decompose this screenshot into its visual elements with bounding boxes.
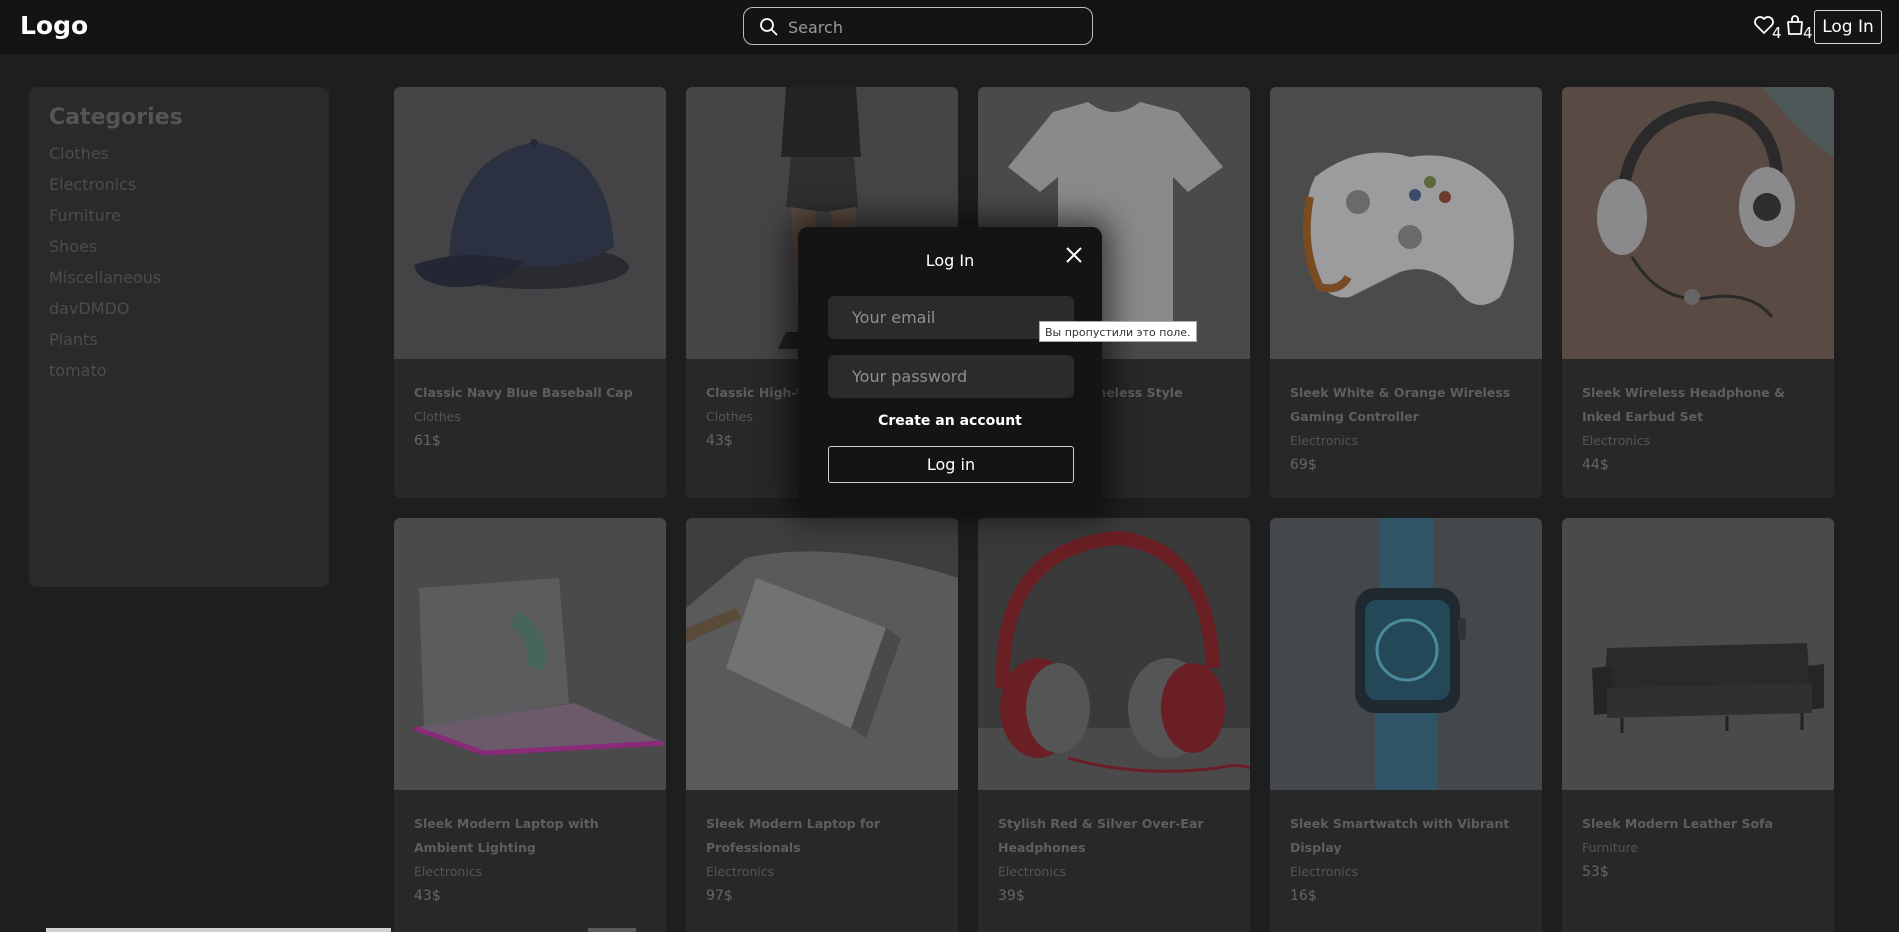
login-submit-button[interactable]: Log in: [828, 446, 1074, 483]
modal-title: Log In: [925, 251, 975, 270]
product-price: 61$: [414, 433, 441, 449]
product-title: Sleek White & Orange Wireless Gaming Con…: [1290, 385, 1511, 424]
logo[interactable]: Logo: [20, 11, 88, 40]
product-title: Sleek Modern Leather Sofa: [1582, 816, 1773, 831]
product-category: Furniture: [1582, 840, 1639, 855]
product-title: Sleek Wireless Headphone & Inked Earbud …: [1582, 385, 1786, 424]
product-price: 69$: [1290, 457, 1317, 473]
search-icon: [760, 18, 778, 36]
product-card[interactable]: Sleek Modern Laptop with Ambient Lightin…: [394, 518, 666, 932]
category-item-tomato[interactable]: tomato: [49, 355, 309, 386]
category-item-electronics[interactable]: Electronics: [49, 169, 309, 200]
favorites-count: 4: [1772, 24, 1782, 42]
product-category: Electronics: [706, 864, 775, 879]
category-item-shoes[interactable]: Shoes: [49, 231, 309, 262]
product-card[interactable]: Classic Navy Blue Baseball Cap Clothes 6…: [394, 87, 666, 498]
product-price: 43$: [414, 888, 441, 904]
product-image-smartwatch: [1270, 518, 1542, 790]
product-image-game-controller: [1270, 87, 1542, 359]
category-item-davdmdo[interactable]: davDMDO: [49, 293, 309, 324]
product-price: 53$: [1582, 864, 1609, 880]
product-image-red-headphones: [978, 518, 1250, 790]
categories-sidebar: Categories Clothes Electronics Furniture…: [29, 87, 329, 587]
product-category: Electronics: [1582, 433, 1651, 448]
search-bar[interactable]: [743, 7, 1093, 45]
search-input[interactable]: [788, 14, 1078, 40]
product-title: Stylish Red & Silver Over-Ear Headphones: [998, 816, 1204, 855]
product-card[interactable]: Sleek White & Orange Wireless Gaming Con…: [1270, 87, 1542, 498]
category-item-furniture[interactable]: Furniture: [49, 200, 309, 231]
product-category: Electronics: [1290, 864, 1359, 879]
product-card[interactable]: Sleek Smartwatch with Vibrant Display El…: [1270, 518, 1542, 932]
horizontal-scrollbar-thumb[interactable]: [588, 928, 636, 932]
product-category: Electronics: [998, 864, 1067, 879]
top-header: Logo 4 4 Log In: [0, 0, 1899, 54]
product-title: Sleek Modern Laptop for Professionals: [706, 816, 881, 855]
product-price: 39$: [998, 888, 1025, 904]
validation-tooltip: Вы пропустили это поле.: [1039, 321, 1197, 342]
product-card[interactable]: Sleek Modern Leather Sofa Furniture 53$: [1562, 518, 1834, 932]
product-price: 97$: [706, 888, 733, 904]
horizontal-scrollbar[interactable]: [46, 928, 391, 932]
categories-list: Clothes Electronics Furniture Shoes Misc…: [49, 138, 309, 386]
email-field[interactable]: [828, 296, 1074, 339]
product-category: Electronics: [1290, 433, 1359, 448]
cart-count: 4: [1803, 24, 1813, 42]
product-image-laptop-ambient: [394, 518, 666, 790]
categories-title: Categories: [49, 105, 183, 130]
product-card[interactable]: Stylish Red & Silver Over-Ear Headphones…: [978, 518, 1250, 932]
create-account-link[interactable]: Create an account: [798, 413, 1102, 429]
password-field[interactable]: [828, 355, 1074, 398]
product-image-navy-cap: [394, 87, 666, 359]
product-image-laptop-gray: [686, 518, 958, 790]
product-title: Sleek Modern Laptop with Ambient Lightin…: [414, 816, 599, 855]
product-card[interactable]: Sleek Wireless Headphone & Inked Earbud …: [1562, 87, 1834, 498]
login-button[interactable]: Log In: [1814, 10, 1882, 44]
product-price: 44$: [1582, 457, 1609, 473]
product-category: Electronics: [414, 864, 483, 879]
product-price: 16$: [1290, 888, 1317, 904]
product-image-headphones-earbuds: [1562, 87, 1834, 359]
product-grid: Classic Navy Blue Baseball Cap Clothes 6…: [394, 87, 1834, 932]
product-title: Sleek Smartwatch with Vibrant Display: [1290, 816, 1510, 855]
product-category: Clothes: [414, 409, 461, 424]
close-icon[interactable]: [1062, 243, 1086, 267]
product-title: Classic Navy Blue Baseball Cap: [414, 385, 633, 400]
product-image-sofa: [1562, 518, 1834, 790]
category-item-plants[interactable]: Plants: [49, 324, 309, 355]
category-item-miscellaneous[interactable]: Miscellaneous: [49, 262, 309, 293]
product-card[interactable]: Sleek Modern Laptop for Professionals El…: [686, 518, 958, 932]
login-modal: Log In Create an account Log in: [798, 227, 1102, 509]
category-item-clothes[interactable]: Clothes: [49, 138, 309, 169]
